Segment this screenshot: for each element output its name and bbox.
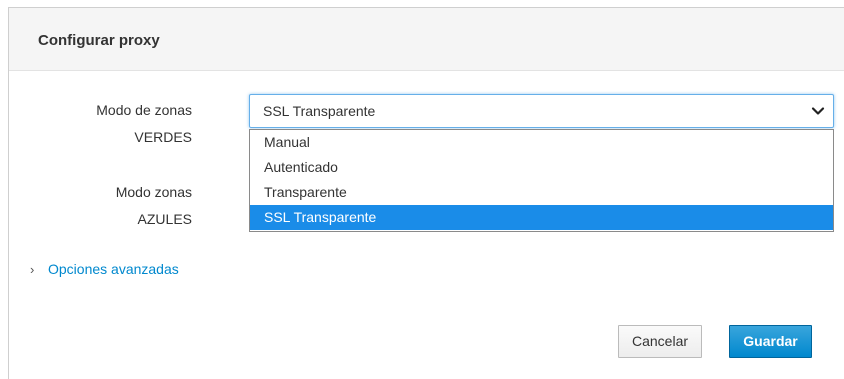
cancel-button[interactable]: Cancelar <box>618 325 702 358</box>
option-ssl-transparente[interactable]: SSL Transparente <box>250 205 833 230</box>
option-autenticado[interactable]: Autenticado <box>250 155 833 180</box>
select-current-value: SSL Transparente <box>263 103 376 119</box>
configure-proxy-dialog: Configurar proxy Modo de zonas VERDES Mo… <box>8 7 844 379</box>
advanced-options-link[interactable]: Opciones avanzadas <box>48 261 179 277</box>
blue-zone-mode-label: Modo zonas AZULES <box>32 179 192 233</box>
chevron-right-icon: › <box>30 262 35 277</box>
blue-zone-label-line1: Modo zonas <box>115 184 192 200</box>
save-button[interactable]: Guardar <box>729 325 812 358</box>
dialog-header: Configurar proxy <box>9 8 844 71</box>
option-manual[interactable]: Manual <box>250 130 833 155</box>
option-transparente[interactable]: Transparente <box>250 180 833 205</box>
blue-zone-label-line2: AZULES <box>137 211 192 227</box>
chevron-down-icon <box>811 107 825 115</box>
green-zone-mode-label: Modo de zonas VERDES <box>32 97 192 151</box>
advanced-options-toggle[interactable]: › Opciones avanzadas <box>30 261 179 277</box>
dialog-title: Configurar proxy <box>38 32 160 49</box>
select-options-list: Manual Autenticado Transparente SSL Tran… <box>249 129 834 232</box>
green-zone-label-line1: Modo de zonas <box>96 102 192 118</box>
green-zone-mode-select[interactable]: SSL Transparente <box>249 94 834 128</box>
green-zone-label-line2: VERDES <box>134 129 192 145</box>
